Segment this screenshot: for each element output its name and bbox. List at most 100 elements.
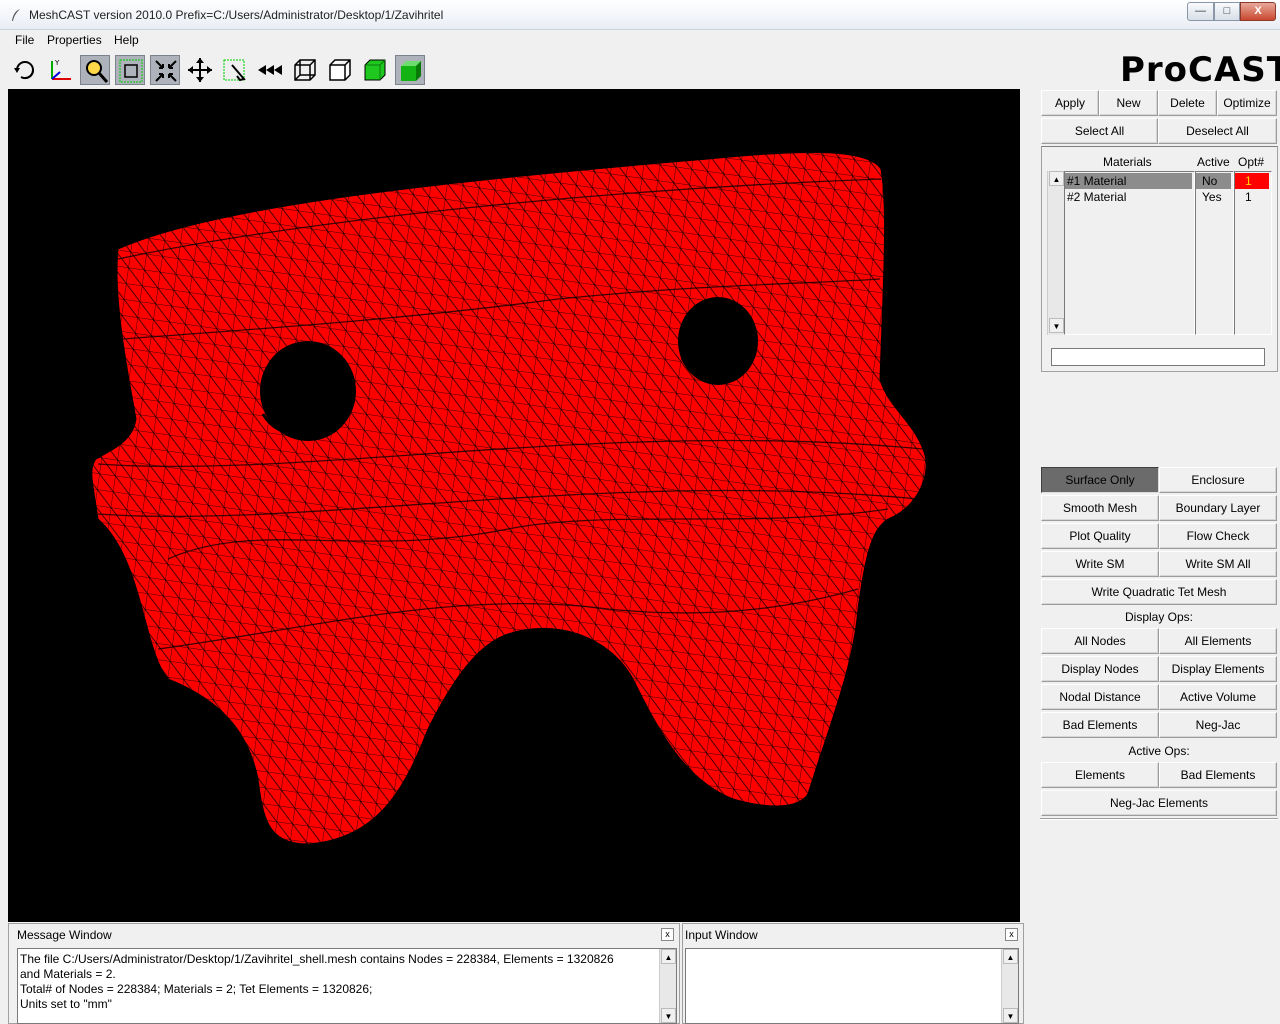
- enclosure-button[interactable]: Enclosure: [1159, 467, 1277, 493]
- wireframe-tool[interactable]: [290, 55, 320, 85]
- rotate-tool[interactable]: [10, 55, 40, 85]
- select-all-button[interactable]: Select All: [1041, 118, 1158, 144]
- pick-icon: [223, 59, 246, 82]
- display-ops-label: Display Ops:: [1124, 610, 1194, 624]
- zoom-icon: [86, 60, 109, 83]
- bad-elements-active-button[interactable]: Bad Elements: [1159, 762, 1277, 788]
- input-window-close-icon[interactable]: x: [1005, 928, 1018, 941]
- message-line: Total# of Nodes = 228384; Materials = 2;…: [20, 982, 373, 996]
- display-nodes-button[interactable]: Display Nodes: [1041, 656, 1159, 682]
- input-text-area[interactable]: ▲ ▼: [685, 948, 1019, 1024]
- input-window: Input Window x ▲ ▼: [682, 923, 1024, 1024]
- all-elements-button[interactable]: All Elements: [1159, 628, 1277, 654]
- active-column: No Yes: [1195, 171, 1234, 335]
- material-row-1-name[interactable]: #1 Material: [1065, 173, 1192, 189]
- message-window-close-icon[interactable]: x: [661, 928, 674, 941]
- smooth-mesh-button[interactable]: Smooth Mesh: [1041, 495, 1159, 521]
- display-elements-button[interactable]: Display Elements: [1159, 656, 1277, 682]
- svg-text:Y: Y: [54, 59, 60, 67]
- neg-jac-elements-button[interactable]: Neg-Jac Elements: [1041, 790, 1277, 816]
- material-row-2-active[interactable]: Yes: [1196, 189, 1231, 205]
- procast-logo: ProCAST: [1120, 52, 1280, 88]
- input-scrollbar[interactable]: ▲ ▼: [1001, 949, 1018, 1023]
- menu-bar: File Properties Help: [0, 30, 1280, 50]
- zoom-tool[interactable]: [80, 55, 110, 85]
- neg-jac-button[interactable]: Neg-Jac: [1159, 712, 1277, 738]
- rewind-icon: [258, 65, 282, 75]
- message-text-area[interactable]: The file C:/Users/Administrator/Desktop/…: [17, 948, 677, 1024]
- opt-column: 1 1: [1234, 171, 1272, 335]
- maximize-button[interactable]: □: [1214, 2, 1240, 21]
- pan-tool[interactable]: [185, 55, 215, 85]
- scroll-up-icon[interactable]: ▲: [1049, 171, 1064, 186]
- shaded-cube-icon: [401, 61, 421, 81]
- nodal-distance-button[interactable]: Nodal Distance: [1041, 684, 1159, 710]
- material-row-2-opt[interactable]: 1: [1235, 189, 1269, 205]
- mesh-render: [91, 151, 927, 845]
- scroll-down-icon[interactable]: ▼: [1049, 318, 1064, 333]
- deselect-all-button[interactable]: Deselect All: [1158, 118, 1277, 144]
- apply-button[interactable]: Apply: [1041, 90, 1099, 116]
- message-scrollbar[interactable]: ▲ ▼: [659, 949, 676, 1023]
- title-bar: MeshCAST version 2010.0 Prefix=C:/Users/…: [0, 0, 1280, 30]
- scroll-up-icon[interactable]: ▲: [1003, 949, 1018, 964]
- feather-app-icon: [12, 9, 20, 21]
- message-window-title: Message Window: [17, 928, 112, 942]
- material-row-1-opt[interactable]: 1: [1235, 173, 1269, 189]
- materials-scrollbar[interactable]: ▲ ▼: [1047, 171, 1064, 335]
- write-quadratic-tet-mesh-button[interactable]: Write Quadratic Tet Mesh: [1041, 579, 1277, 605]
- fit-tool[interactable]: [150, 55, 180, 85]
- optimize-button[interactable]: Optimize: [1217, 90, 1277, 116]
- delete-button[interactable]: Delete: [1158, 90, 1217, 116]
- close-button[interactable]: X: [1240, 2, 1276, 21]
- message-line: The file C:/Users/Administrator/Desktop/…: [20, 952, 614, 966]
- solid-tool[interactable]: [360, 55, 390, 85]
- active-header: Active: [1197, 155, 1230, 169]
- materials-panel: Materials Active Opt# ▲ ▼ #1 Material #2…: [1041, 146, 1278, 372]
- scroll-down-icon[interactable]: ▼: [661, 1008, 676, 1023]
- pick-tool[interactable]: [220, 55, 250, 85]
- rewind-tool[interactable]: [255, 55, 285, 85]
- shaded-tool[interactable]: [395, 55, 425, 85]
- all-nodes-button[interactable]: All Nodes: [1041, 628, 1159, 654]
- plot-quality-button[interactable]: Plot Quality: [1041, 523, 1159, 549]
- new-button[interactable]: New: [1099, 90, 1158, 116]
- write-sm-button[interactable]: Write SM: [1041, 551, 1159, 577]
- materials-header: Materials: [1103, 155, 1152, 169]
- write-sm-all-button[interactable]: Write SM All: [1159, 551, 1277, 577]
- zoom-box-icon: [119, 59, 143, 83]
- window-title: MeshCAST version 2010.0 Prefix=C:/Users/…: [29, 8, 444, 22]
- zoom-box-tool[interactable]: [115, 55, 145, 85]
- material-row-2-name[interactable]: #2 Material: [1065, 189, 1192, 205]
- message-line: and Materials = 2.: [20, 967, 116, 981]
- menu-properties[interactable]: Properties: [47, 33, 102, 47]
- opt-header: Opt#: [1238, 155, 1265, 169]
- boundary-layer-button[interactable]: Boundary Layer: [1159, 495, 1277, 521]
- axes-tool[interactable]: Y: [45, 55, 75, 85]
- hidden-line-tool[interactable]: [325, 55, 355, 85]
- elements-button[interactable]: Elements: [1041, 762, 1159, 788]
- message-line: Units set to "mm": [20, 997, 112, 1011]
- 3d-viewport[interactable]: [8, 89, 1020, 922]
- axes-icon: Y: [51, 59, 71, 80]
- active-ops-label: Active Ops:: [1128, 744, 1190, 758]
- surface-only-button[interactable]: Surface Only: [1041, 467, 1159, 493]
- input-window-title: Input Window: [685, 928, 758, 942]
- menu-file[interactable]: File: [15, 33, 34, 47]
- wireframe-cube-icon: [294, 59, 316, 81]
- materials-entry-field[interactable]: [1051, 348, 1265, 366]
- solid-cube-icon: [364, 59, 386, 81]
- panel-divider: [1040, 818, 1278, 820]
- scroll-up-icon[interactable]: ▲: [661, 949, 676, 964]
- flow-check-button[interactable]: Flow Check: [1159, 523, 1277, 549]
- hidden-line-cube-icon: [329, 59, 351, 81]
- scroll-down-icon[interactable]: ▼: [1003, 1008, 1018, 1023]
- rotate-icon: [14, 61, 35, 80]
- material-row-1-active[interactable]: No: [1196, 173, 1231, 189]
- toolbar: Y: [0, 52, 1040, 88]
- message-window: Message Window x The file C:/Users/Admin…: [8, 923, 680, 1024]
- bad-elements-display-button[interactable]: Bad Elements: [1041, 712, 1159, 738]
- minimize-button[interactable]: —: [1187, 2, 1214, 21]
- active-volume-button[interactable]: Active Volume: [1159, 684, 1277, 710]
- menu-help[interactable]: Help: [114, 33, 139, 47]
